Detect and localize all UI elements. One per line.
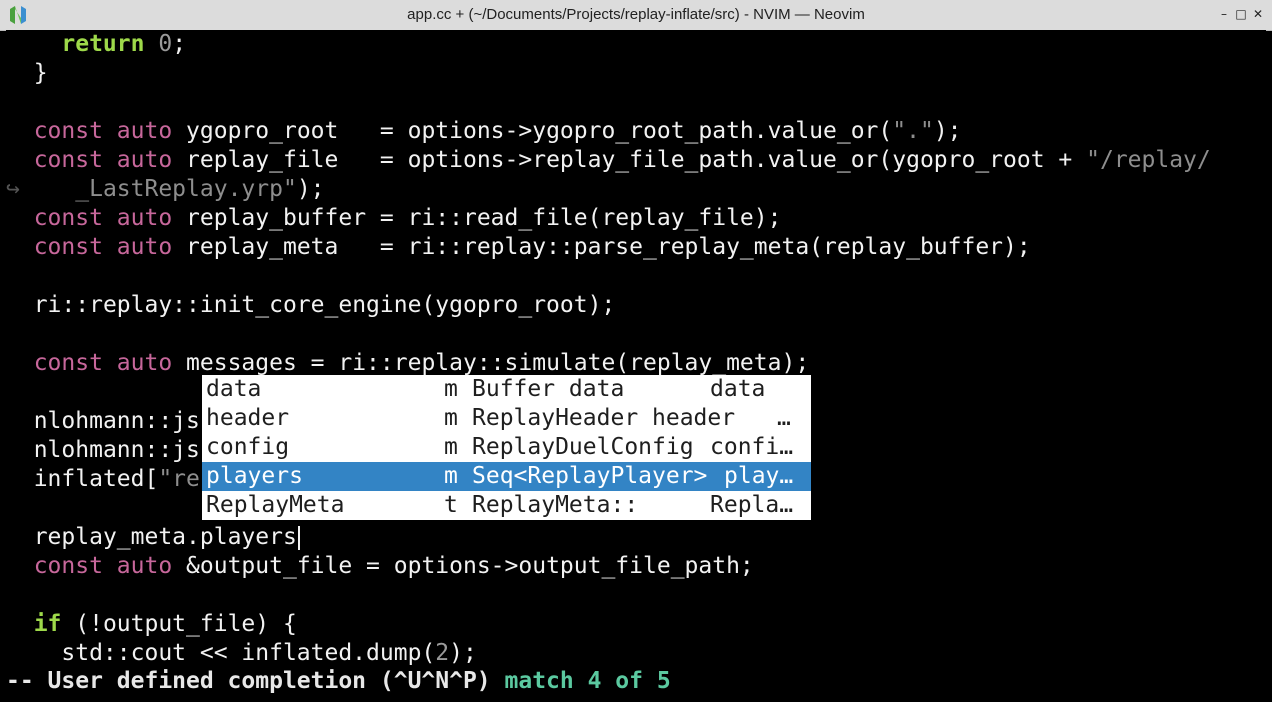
completion-menu: Seq<ReplayPlayer> — [472, 463, 708, 489]
match-counter: match 4 of 5 — [504, 668, 671, 694]
completion-kind: m — [444, 463, 458, 489]
completion-word: players — [206, 463, 303, 489]
code-line: const auto replay_meta = ri::replay::par… — [33, 234, 1031, 260]
completion-info: data — [710, 376, 766, 402]
code-line: nlohmann::js — [33, 408, 200, 434]
code-line: nlohmann::js — [33, 437, 200, 463]
completion-menu: ReplayHeader header — [472, 405, 736, 431]
code-line: ri::replay::init_core_engine(ygopro_root… — [33, 292, 616, 318]
completion-item[interactable]: data m Buffer data data — [202, 375, 811, 404]
completion-info: Repla… — [710, 492, 794, 518]
code-line: return 0; — [61, 31, 187, 57]
completion-kind: m — [444, 376, 458, 402]
code-line: const auto replay_buffer = ri::read_file… — [33, 205, 782, 231]
neovim-window: app.cc + (~/Documents/Projects/replay-in… — [0, 0, 1272, 702]
completion-menu: ReplayDuelConfig — [472, 434, 694, 460]
completion-word: data — [206, 376, 262, 402]
completion-word: config — [206, 434, 290, 460]
window-title: app.cc + (~/Documents/Projects/replay-in… — [407, 6, 865, 23]
editor-buffer[interactable]: return 0; } const auto ygopro_root = opt… — [6, 30, 1266, 696]
code-line: const auto messages = ri::replay::simula… — [33, 350, 810, 376]
code-line: } — [33, 60, 48, 86]
title-bar[interactable]: app.cc + (~/Documents/Projects/replay-in… — [0, 0, 1272, 31]
completion-menu: Buffer data — [472, 376, 625, 402]
completion-mode-text: -- User defined completion (^U^N^P) — [6, 668, 491, 694]
code-line: const auto ygopro_root = options->ygopro… — [33, 118, 962, 144]
completion-item[interactable]: header m ReplayHeader header … — [202, 404, 811, 433]
maximize-icon[interactable]: □ — [1233, 5, 1249, 23]
completion-word: ReplayMeta — [206, 492, 345, 518]
code-line: inflated["re — [33, 466, 200, 492]
code-line: const auto &output_file = options->outpu… — [33, 553, 754, 579]
completion-menu: ReplayMeta:: — [472, 492, 639, 518]
completion-kind: m — [444, 434, 458, 460]
code-line-wrapped: ↪ _LastReplay.yrp"); — [6, 176, 325, 202]
completion-info: play… — [724, 463, 794, 489]
minimize-icon[interactable]: – — [1216, 5, 1232, 23]
completion-word: header — [206, 405, 290, 431]
completion-item[interactable]: config m ReplayDuelConfig confi… — [202, 433, 811, 462]
completion-item-selected[interactable]: players m Seq<ReplayPlayer> play… — [202, 462, 811, 491]
completion-popup[interactable]: data m Buffer data data header m ReplayH… — [202, 375, 811, 520]
mode-statusline: -- User defined completion (^U^N^P) matc… — [6, 666, 671, 696]
completion-item[interactable]: ReplayMeta t ReplayMeta:: Repla… — [202, 491, 811, 520]
code-line: const auto replay_file = options->replay… — [33, 147, 1211, 173]
completion-info: confi… — [710, 434, 794, 460]
completion-kind: t — [444, 492, 458, 518]
close-icon[interactable]: ✕ — [1250, 5, 1266, 23]
completion-kind: m — [444, 405, 458, 431]
wrap-arrow-icon: ↪ — [6, 176, 20, 202]
completion-info: … — [777, 405, 791, 431]
